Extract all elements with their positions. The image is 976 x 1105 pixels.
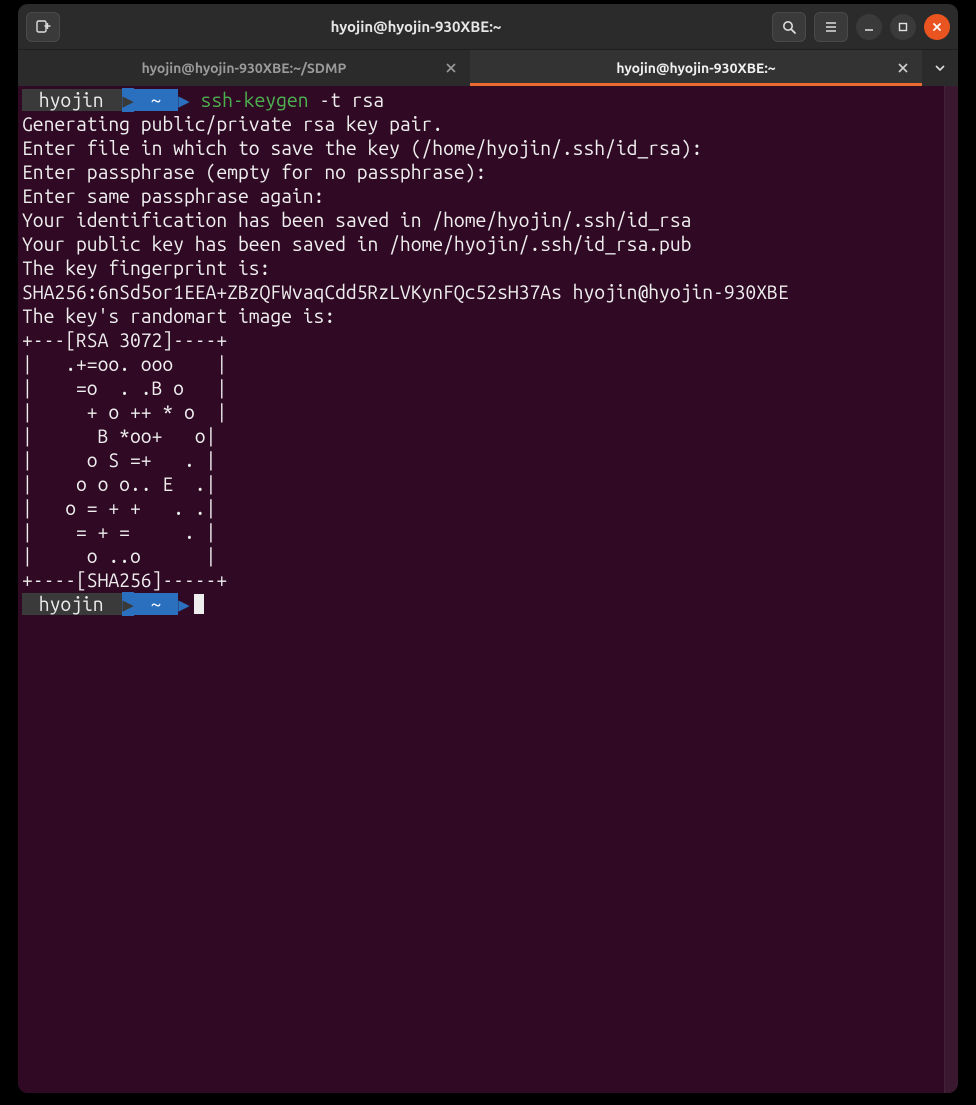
new-tab-button[interactable] [26,12,60,42]
tabs-dropdown-button[interactable] [922,50,958,86]
close-icon [897,62,909,74]
close-icon [445,62,457,74]
new-tab-icon [35,19,51,35]
hamburger-icon [823,19,839,35]
terminal-content: hyojin ▶ ~ ▶ ssh-keygen -t rsa Generatin… [18,86,944,1093]
maximize-icon [896,20,910,34]
close-button[interactable] [924,14,950,40]
tab-close-button[interactable] [894,59,912,77]
search-button[interactable] [772,12,806,42]
minimize-icon [862,20,876,34]
terminal-window: hyojin@hyojin-930XBE:~ [18,4,958,1093]
tab-label: hyojin@hyojin-930XBE:~ [616,60,775,76]
tab-bar: hyojin@hyojin-930XBE:~/SDMP hyojin@hyoji… [18,50,958,86]
search-icon [781,19,797,35]
tab-close-button[interactable] [442,59,460,77]
terminal-area[interactable]: hyojin ▶ ~ ▶ ssh-keygen -t rsa Generatin… [18,86,958,1093]
hamburger-menu-button[interactable] [814,12,848,42]
minimize-button[interactable] [856,14,882,40]
chevron-down-icon [934,62,946,74]
window-title: hyojin@hyojin-930XBE:~ [60,18,772,35]
titlebar: hyojin@hyojin-930XBE:~ [18,4,958,50]
scrollbar[interactable] [944,86,958,1093]
close-icon [930,20,944,34]
maximize-button[interactable] [890,14,916,40]
tab-sdmp[interactable]: hyojin@hyojin-930XBE:~/SDMP [18,50,470,86]
tab-label: hyojin@hyojin-930XBE:~/SDMP [142,60,347,76]
tab-home[interactable]: hyojin@hyojin-930XBE:~ [470,50,922,86]
